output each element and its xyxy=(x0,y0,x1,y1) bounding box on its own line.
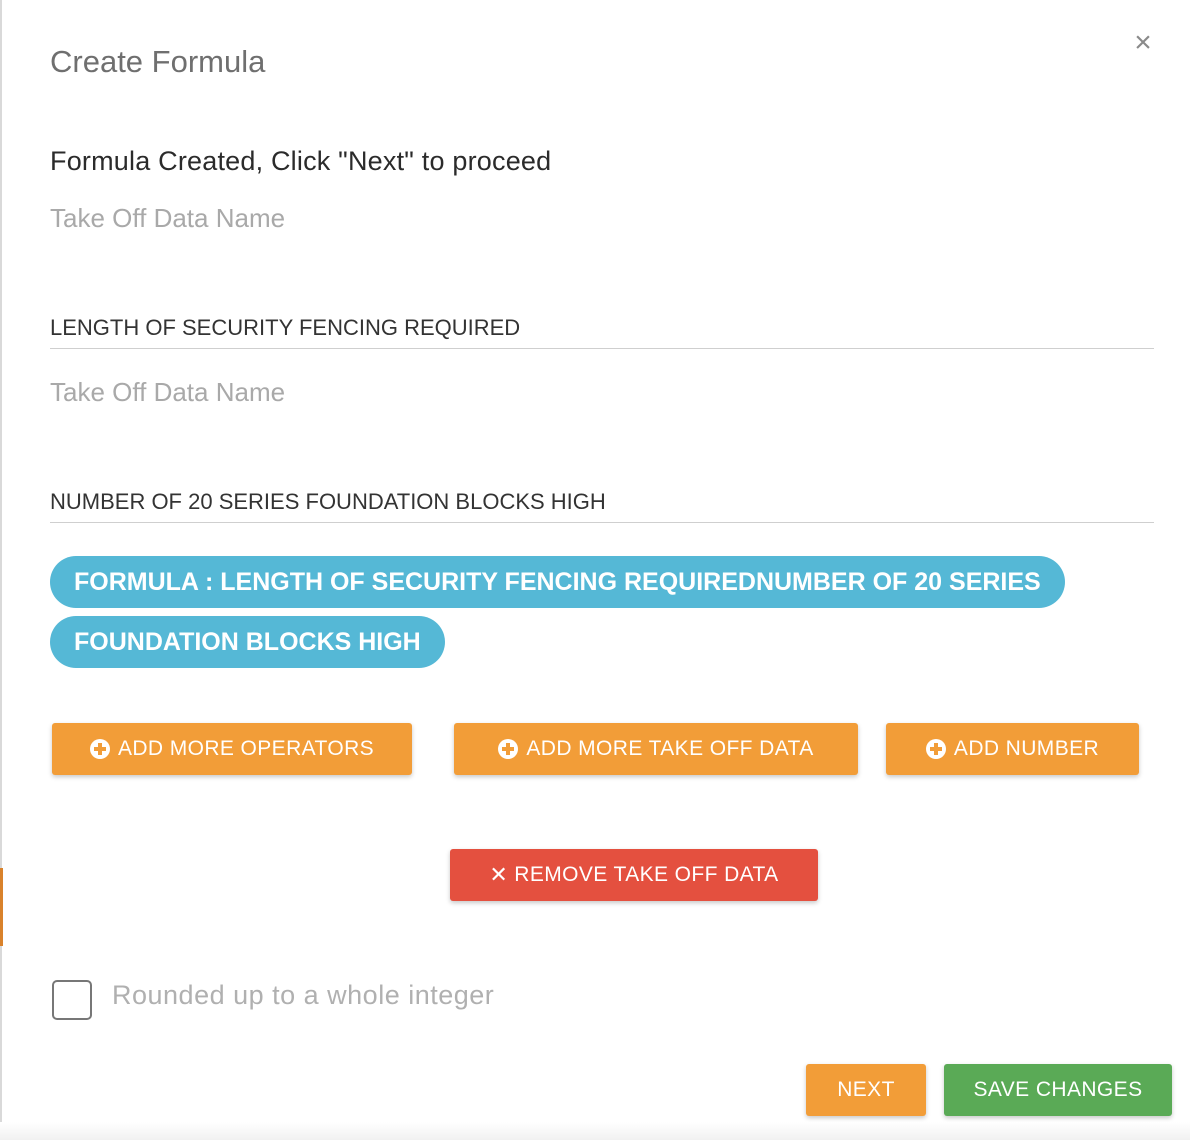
formula-text: FORMULA : LENGTH OF SECURITY FENCING REQ… xyxy=(50,556,1065,668)
rounding-checkbox[interactable] xyxy=(52,980,92,1020)
backdrop-edge xyxy=(0,0,2,1140)
plus-circle-icon xyxy=(498,739,519,759)
take-off-data-name-field-1[interactable] xyxy=(50,308,1154,349)
add-more-take-off-data-button[interactable]: ADD MORE TAKE OFF DATA xyxy=(454,723,858,775)
formula-display: FORMULA : LENGTH OF SECURITY FENCING REQ… xyxy=(50,552,1100,672)
modal-bottom-shade xyxy=(0,1122,1190,1140)
next-label: NEXT xyxy=(837,1078,895,1101)
add-more-operators-label: ADD MORE OPERATORS xyxy=(117,737,375,760)
backdrop-accent xyxy=(0,868,3,946)
remove-take-off-data-button[interactable]: ✕ REMOVE TAKE OFF DATA xyxy=(450,849,818,901)
add-more-take-off-data-label: ADD MORE TAKE OFF DATA xyxy=(526,737,814,760)
plus-circle-icon xyxy=(925,739,946,759)
close-icon[interactable]: × xyxy=(1126,26,1160,60)
take-off-data-name-label-1: Take Off Data Name xyxy=(50,203,286,233)
save-changes-label: SAVE CHANGES xyxy=(973,1078,1143,1101)
add-number-button[interactable]: ADD NUMBER xyxy=(886,723,1139,775)
create-formula-modal: Create Formula × Formula Created, Click … xyxy=(0,0,1190,1140)
next-button[interactable]: NEXT xyxy=(806,1064,926,1116)
add-more-operators-button[interactable]: ADD MORE OPERATORS xyxy=(52,723,412,775)
take-off-data-name-label-2: Take Off Data Name xyxy=(50,377,286,407)
modal-title: Create Formula xyxy=(50,44,266,79)
take-off-data-name-field-2[interactable] xyxy=(50,482,1154,523)
x-icon: ✕ xyxy=(489,862,509,887)
plus-circle-icon xyxy=(89,739,110,759)
rounding-checkbox-label: Rounded up to a whole integer xyxy=(112,980,495,1010)
add-number-label: ADD NUMBER xyxy=(953,737,1100,760)
status-message: Formula Created, Click "Next" to proceed xyxy=(50,146,552,176)
remove-take-off-data-label: REMOVE TAKE OFF DATA xyxy=(514,863,779,886)
save-changes-button[interactable]: SAVE CHANGES xyxy=(944,1064,1172,1116)
